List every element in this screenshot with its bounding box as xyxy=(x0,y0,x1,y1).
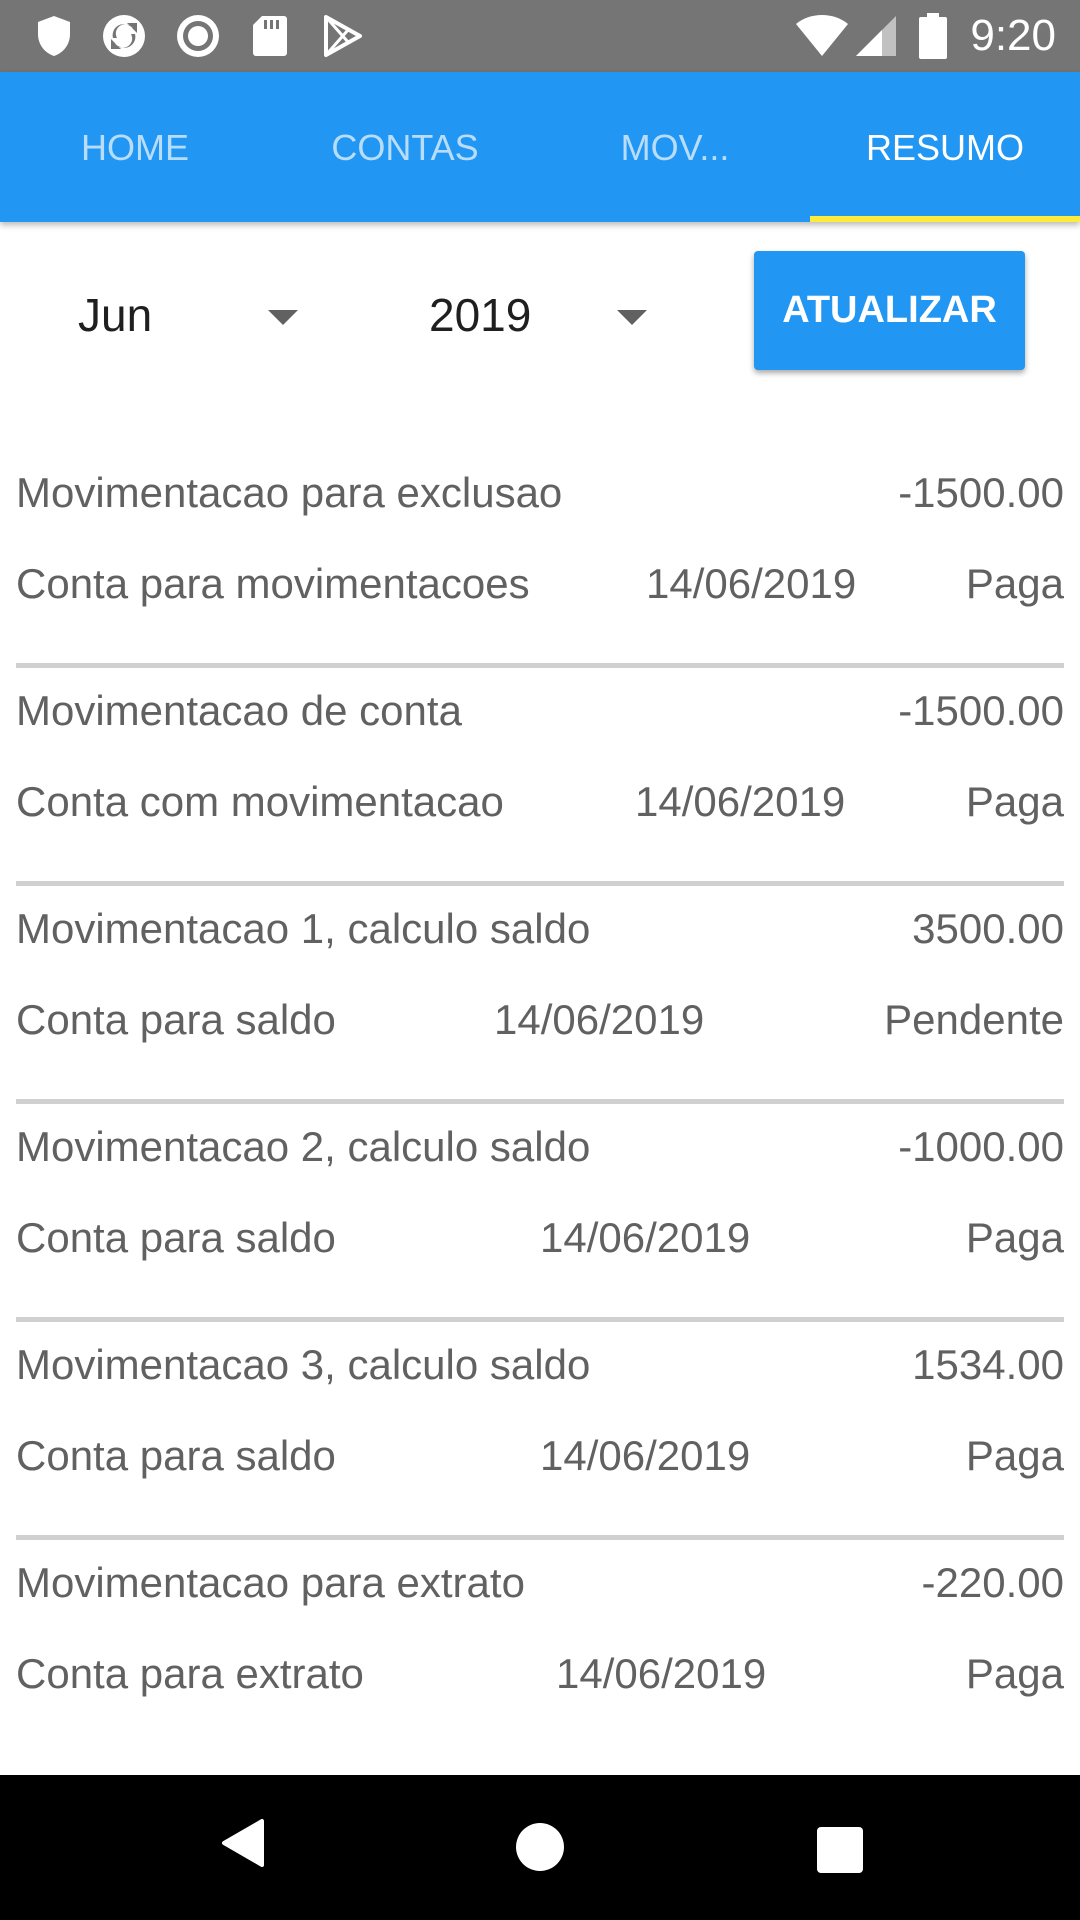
recent-apps-icon[interactable] xyxy=(817,1827,863,1873)
list-item[interactable]: Movimentacao 1, calculo saldo 3500.00 Con… xyxy=(16,886,1064,1104)
list-item[interactable]: Movimentacao para exclusao -1500.00 Conta… xyxy=(16,450,1064,668)
transaction-account: Conta para movimentacoes xyxy=(16,560,530,607)
tab-contas[interactable]: CONTAS xyxy=(270,72,540,222)
play-store-icon xyxy=(324,15,362,57)
transaction-amount: -1000.00 xyxy=(898,1123,1064,1170)
list-item[interactable]: Movimentacao de conta -1500.00 Conta com … xyxy=(16,668,1064,886)
transaction-amount: -220.00 xyxy=(921,1559,1064,1606)
transaction-date: 14/06/2019 xyxy=(556,1650,767,1697)
battery-icon xyxy=(919,13,947,59)
transaction-date: 14/06/2019 xyxy=(494,996,705,1043)
transaction-status: Pendente xyxy=(884,996,1064,1043)
tab-home[interactable]: HOME xyxy=(0,72,270,222)
tab-bar: HOME CONTAS MOV... RESUMO xyxy=(0,72,1080,222)
transaction-date: 14/06/2019 xyxy=(540,1214,751,1261)
transaction-description: Movimentacao 3, calculo saldo xyxy=(16,1341,591,1388)
transaction-description: Movimentacao 2, calculo saldo xyxy=(16,1123,591,1170)
transaction-date: 14/06/2019 xyxy=(540,1432,751,1479)
clock: 9:20 xyxy=(970,11,1056,60)
transaction-list: Movimentacao para exclusao -1500.00 Conta… xyxy=(16,450,1064,1758)
transaction-description: Movimentacao de conta xyxy=(16,687,462,734)
signal-icon xyxy=(856,16,896,56)
list-item[interactable]: Movimentacao 2, calculo saldo -1000.00 Co… xyxy=(16,1104,1064,1322)
transaction-status: Paga xyxy=(965,560,1064,607)
transaction-account: Conta para saldo xyxy=(16,996,336,1043)
shield-icon xyxy=(38,16,70,56)
transaction-date: 14/06/2019 xyxy=(635,778,846,825)
transaction-status: Paga xyxy=(965,1214,1064,1261)
list-item[interactable]: Movimentacao para extrato -220.00 Conta p… xyxy=(16,1540,1064,1758)
chevron-down-icon xyxy=(268,310,298,325)
transaction-status: Paga xyxy=(965,1432,1064,1479)
wifi-icon xyxy=(796,15,848,56)
list-item[interactable]: Movimentacao 3, calculo saldo 1534.00 Con… xyxy=(16,1322,1064,1540)
refresh-button[interactable]: ATUALIZAR xyxy=(754,251,1025,370)
transaction-amount: -1500.00 xyxy=(898,469,1064,516)
transaction-amount: 1534.00 xyxy=(912,1341,1064,1388)
status-bar: 9:20 xyxy=(0,0,1080,72)
year-value: 2019 xyxy=(429,289,532,341)
transaction-account: Conta com movimentacao xyxy=(16,778,504,825)
year-select[interactable]: 2019 xyxy=(429,270,659,360)
transaction-description: Movimentacao para exclusao xyxy=(16,469,563,516)
transaction-date: 14/06/2019 xyxy=(646,560,857,607)
transaction-amount: 3500.00 xyxy=(912,905,1064,952)
month-value: Jun xyxy=(78,289,153,341)
tab-movimentacoes[interactable]: MOV... xyxy=(540,72,810,222)
sync-icon xyxy=(103,15,145,57)
transaction-amount: -1500.00 xyxy=(898,687,1064,734)
tab-indicator xyxy=(810,216,1080,222)
home-icon[interactable] xyxy=(516,1823,564,1871)
month-select[interactable]: Jun xyxy=(78,270,308,360)
transaction-status: Paga xyxy=(965,778,1064,825)
tab-resumo[interactable]: RESUMO xyxy=(810,72,1080,222)
transaction-account: Conta para saldo xyxy=(16,1432,336,1479)
transaction-account: Conta para extrato xyxy=(16,1650,364,1697)
navigation-bar xyxy=(0,1775,1080,1920)
radio-icon xyxy=(177,15,219,57)
sd-card-icon xyxy=(253,16,287,56)
transaction-description: Movimentacao 1, calculo saldo xyxy=(16,905,591,952)
transaction-account: Conta para saldo xyxy=(16,1214,336,1261)
chevron-down-icon xyxy=(617,310,647,325)
back-icon[interactable] xyxy=(218,1817,266,1869)
transaction-status: Paga xyxy=(965,1650,1064,1697)
transaction-description: Movimentacao para extrato xyxy=(16,1559,525,1606)
